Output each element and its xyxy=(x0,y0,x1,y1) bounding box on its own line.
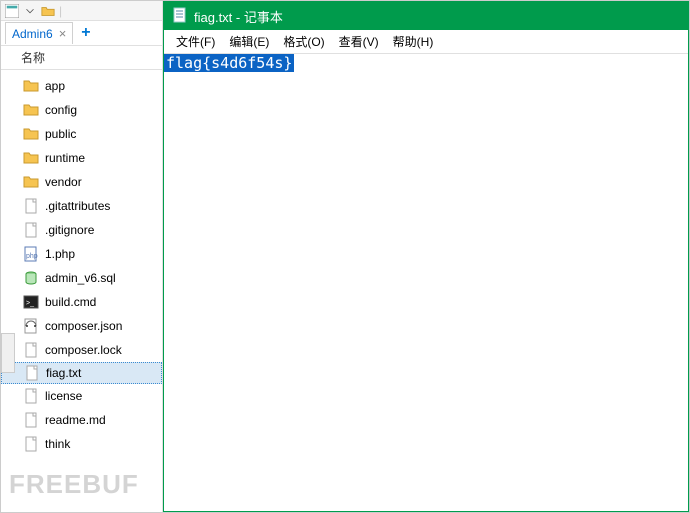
app-icon xyxy=(5,4,19,18)
file-icon xyxy=(23,342,39,358)
json-icon xyxy=(23,318,39,334)
tab-admin6[interactable]: Admin6 × xyxy=(5,22,73,44)
folder-icon xyxy=(23,78,39,94)
menu-format[interactable]: 格式(O) xyxy=(279,31,328,52)
notepad-window: fiag.txt - 记事本 文件(F) 编辑(E) 格式(O) 查看(V) 帮… xyxy=(163,1,689,512)
close-icon[interactable]: × xyxy=(59,26,67,41)
php-icon: php xyxy=(23,246,39,262)
tree-item-label: license xyxy=(45,389,82,403)
tree-item-1-php[interactable]: php 1.php xyxy=(1,242,162,266)
tree-item-vendor[interactable]: vendor xyxy=(1,170,162,194)
editor-panel: fiag.txt - 记事本 文件(F) 编辑(E) 格式(O) 查看(V) 帮… xyxy=(163,1,689,512)
cmd-icon: >_ xyxy=(23,294,39,310)
tree-item--gitignore[interactable]: .gitignore xyxy=(1,218,162,242)
separator-icon: | xyxy=(59,4,73,18)
notepad-menubar: 文件(F) 编辑(E) 格式(O) 查看(V) 帮助(H) xyxy=(164,30,688,54)
scrollbar[interactable] xyxy=(1,333,15,373)
tree-item-build-cmd[interactable]: >_ build.cmd xyxy=(1,290,162,314)
tree-item-label: .gitattributes xyxy=(45,199,110,213)
menu-view[interactable]: 查看(V) xyxy=(335,31,383,52)
tree-item-label: vendor xyxy=(45,175,82,189)
notepad-titlebar[interactable]: fiag.txt - 记事本 xyxy=(164,2,688,30)
tree-item-label: public xyxy=(45,127,76,141)
svg-text:>_: >_ xyxy=(26,300,34,307)
file-tree: app config public runtime vendor .gitattribut… xyxy=(1,70,162,460)
tree-item-runtime[interactable]: runtime xyxy=(1,146,162,170)
tree-item-label: build.cmd xyxy=(45,295,96,309)
tree-item-composer-lock[interactable]: composer.lock xyxy=(1,338,162,362)
tree-item-label: fiag.txt xyxy=(46,366,81,380)
sql-icon xyxy=(23,270,39,286)
dropdown-icon[interactable] xyxy=(23,4,37,18)
tab-strip: Admin6 × + xyxy=(1,21,162,46)
tree-item-config[interactable]: config xyxy=(1,98,162,122)
folder-small-icon xyxy=(41,4,55,18)
menu-edit[interactable]: 编辑(E) xyxy=(225,31,273,52)
tree-item-label: readme.md xyxy=(45,413,106,427)
tree-item-label: admin_v6.sql xyxy=(45,271,116,285)
tree-item-label: think xyxy=(45,437,70,451)
tree-item--gitattributes[interactable]: .gitattributes xyxy=(1,194,162,218)
folder-icon xyxy=(23,174,39,190)
notepad-content-area[interactable]: flag{s4d6f54s} xyxy=(164,54,688,511)
tree-item-composer-json[interactable]: composer.json xyxy=(1,314,162,338)
tree-item-app[interactable]: app xyxy=(1,74,162,98)
file-icon xyxy=(23,198,39,214)
watermark: FREEBUF xyxy=(9,469,139,500)
tree-item-readme-md[interactable]: readme.md xyxy=(1,408,162,432)
file-icon xyxy=(24,365,40,381)
folder-icon xyxy=(23,102,39,118)
tree-item-label: .gitignore xyxy=(45,223,94,237)
tree-item-think[interactable]: think xyxy=(1,432,162,456)
tree-item-label: config xyxy=(45,103,77,117)
tree-item-admin-v6-sql[interactable]: admin_v6.sql xyxy=(1,266,162,290)
file-icon xyxy=(23,412,39,428)
tree-item-label: composer.lock xyxy=(45,343,122,357)
file-explorer-panel: | Admin6 × + 名称 app config public runtime ve… xyxy=(1,1,163,512)
tree-item-label: app xyxy=(45,79,65,93)
selected-text: flag{s4d6f54s} xyxy=(164,54,294,72)
file-icon xyxy=(23,222,39,238)
tree-item-label: 1.php xyxy=(45,247,75,261)
tree-item-label: runtime xyxy=(45,151,85,165)
folder-icon xyxy=(23,150,39,166)
menu-file[interactable]: 文件(F) xyxy=(172,31,219,52)
tree-item-public[interactable]: public xyxy=(1,122,162,146)
tab-label: Admin6 xyxy=(12,27,53,41)
menu-help[interactable]: 帮助(H) xyxy=(389,31,438,52)
folder-icon xyxy=(23,126,39,142)
tree-item-fiag-txt[interactable]: fiag.txt xyxy=(1,362,162,384)
add-tab-button[interactable]: + xyxy=(81,24,90,42)
file-icon xyxy=(23,436,39,452)
tree-item-label: composer.json xyxy=(45,319,122,333)
column-header-name[interactable]: 名称 xyxy=(1,46,162,70)
file-icon xyxy=(23,388,39,404)
svg-text:php: php xyxy=(26,253,38,260)
notepad-title-text: fiag.txt - 记事本 xyxy=(194,7,283,26)
notepad-icon xyxy=(172,7,188,26)
tree-item-license[interactable]: license xyxy=(1,384,162,408)
explorer-toolbar: | xyxy=(1,1,162,21)
